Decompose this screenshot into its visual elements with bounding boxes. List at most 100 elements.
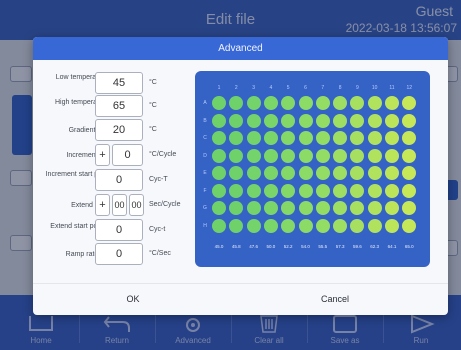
well-C7[interactable] (315, 131, 330, 145)
well-E7[interactable] (315, 166, 330, 180)
well-F7[interactable] (315, 183, 330, 198)
well-H12[interactable] (402, 218, 417, 233)
well-A2[interactable] (229, 96, 244, 110)
well-B10[interactable] (367, 113, 382, 128)
well-A4[interactable] (263, 96, 278, 110)
well-C8[interactable] (333, 131, 348, 145)
well-H4[interactable] (263, 218, 278, 233)
well-F11[interactable] (385, 183, 399, 198)
well-A11[interactable] (385, 96, 399, 110)
well-G4[interactable] (263, 201, 278, 215)
well-G9[interactable] (350, 201, 365, 215)
well-E11[interactable] (385, 166, 399, 180)
well-D9[interactable] (350, 148, 365, 163)
well-C9[interactable] (350, 131, 365, 145)
well-F8[interactable] (333, 183, 348, 198)
well-B9[interactable] (350, 113, 365, 128)
well-F1[interactable] (212, 183, 226, 198)
well-F9[interactable] (350, 183, 365, 198)
well-B11[interactable] (385, 113, 399, 128)
well-E4[interactable] (263, 166, 278, 180)
well-H7[interactable] (315, 218, 330, 233)
well-A3[interactable] (246, 96, 261, 110)
well-F4[interactable] (263, 183, 278, 198)
gradient-input[interactable]: 20 (95, 119, 143, 141)
well-B7[interactable] (315, 113, 330, 128)
well-H2[interactable] (229, 218, 244, 233)
low-temperature-input[interactable]: 45 (95, 72, 143, 94)
well-D6[interactable] (298, 148, 313, 163)
well-E6[interactable] (298, 166, 313, 180)
well-C1[interactable] (212, 131, 226, 145)
well-G2[interactable] (229, 201, 244, 215)
well-E3[interactable] (246, 166, 261, 180)
well-F12[interactable] (402, 183, 417, 198)
well-C2[interactable] (229, 131, 244, 145)
well-A1[interactable] (212, 96, 226, 110)
well-D12[interactable] (402, 148, 417, 163)
well-G6[interactable] (298, 201, 313, 215)
well-B2[interactable] (229, 113, 244, 128)
well-E12[interactable] (402, 166, 417, 180)
well-G3[interactable] (246, 201, 261, 215)
ramp-rate-input[interactable]: 0 (95, 243, 143, 265)
well-G11[interactable] (385, 201, 399, 215)
well-D11[interactable] (385, 148, 399, 163)
ok-button[interactable]: OK (93, 287, 173, 311)
increment-input[interactable]: 0 (112, 144, 143, 166)
well-C10[interactable] (367, 131, 382, 145)
well-D4[interactable] (263, 148, 278, 163)
well-F3[interactable] (246, 183, 261, 198)
well-C4[interactable] (263, 131, 278, 145)
well-G1[interactable] (212, 201, 226, 215)
well-H6[interactable] (298, 218, 313, 233)
well-C12[interactable] (402, 131, 417, 145)
well-E1[interactable] (212, 166, 226, 180)
well-C11[interactable] (385, 131, 399, 145)
well-D2[interactable] (229, 148, 244, 163)
well-G7[interactable] (315, 201, 330, 215)
well-E9[interactable] (350, 166, 365, 180)
increment-sign-toggle[interactable]: + (95, 144, 110, 166)
well-H3[interactable] (246, 218, 261, 233)
well-G5[interactable] (281, 201, 296, 215)
well-A10[interactable] (367, 96, 382, 110)
well-E8[interactable] (333, 166, 348, 180)
increment-start-position-input[interactable]: 0 (95, 169, 143, 191)
well-B12[interactable] (402, 113, 417, 128)
well-A9[interactable] (350, 96, 365, 110)
cancel-button[interactable]: Cancel (295, 287, 375, 311)
high-temperature-input[interactable]: 65 (95, 95, 143, 117)
well-B1[interactable] (212, 113, 226, 128)
well-D3[interactable] (246, 148, 261, 163)
well-D5[interactable] (281, 148, 296, 163)
well-H8[interactable] (333, 218, 348, 233)
well-D10[interactable] (367, 148, 382, 163)
extend-sign-toggle[interactable]: + (95, 194, 110, 216)
well-E10[interactable] (367, 166, 382, 180)
well-A6[interactable] (298, 96, 313, 110)
well-H5[interactable] (281, 218, 296, 233)
well-C5[interactable] (281, 131, 296, 145)
well-B8[interactable] (333, 113, 348, 128)
extend-minutes-input[interactable]: 00 (112, 194, 127, 216)
well-B4[interactable] (263, 113, 278, 128)
well-F5[interactable] (281, 183, 296, 198)
well-E2[interactable] (229, 166, 244, 180)
well-B5[interactable] (281, 113, 296, 128)
extend-start-position-input[interactable]: 0 (95, 219, 143, 241)
well-E5[interactable] (281, 166, 296, 180)
well-F10[interactable] (367, 183, 382, 198)
well-H10[interactable] (367, 218, 382, 233)
well-C3[interactable] (246, 131, 261, 145)
well-F2[interactable] (229, 183, 244, 198)
well-A5[interactable] (281, 96, 296, 110)
well-A7[interactable] (315, 96, 330, 110)
well-B6[interactable] (298, 113, 313, 128)
well-A8[interactable] (333, 96, 348, 110)
well-H1[interactable] (212, 218, 226, 233)
well-D8[interactable] (333, 148, 348, 163)
well-G12[interactable] (402, 201, 417, 215)
well-H9[interactable] (350, 218, 365, 233)
well-B3[interactable] (246, 113, 261, 128)
